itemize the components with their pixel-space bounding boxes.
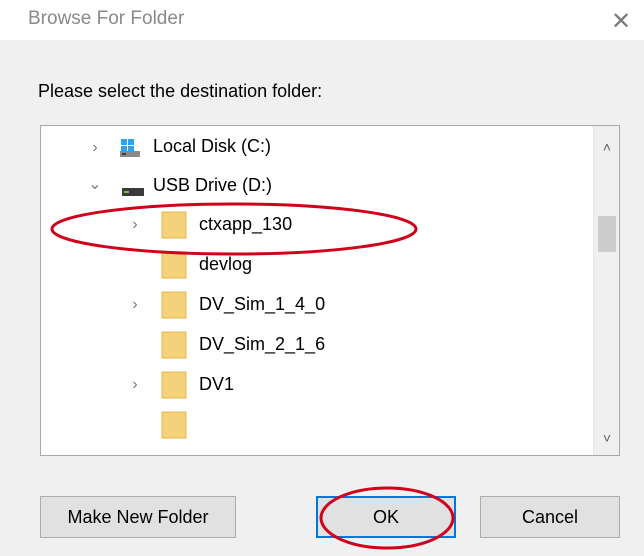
folder-tree[interactable]: › Local Disk (C:) ⌄ USB Drive (D:) › ctx… <box>40 125 620 456</box>
tree-item-label: USB Drive (D:) <box>153 175 273 195</box>
scroll-down-icon[interactable]: ˅ <box>594 425 619 451</box>
tree-item-dv-sim-1-4-0[interactable]: › DV_Sim_1_4_0 <box>41 286 591 324</box>
tree-item-partial <box>41 406 591 444</box>
tree-item-label: DV_Sim_2_1_6 <box>199 334 326 354</box>
make-new-folder-button[interactable]: Make New Folder <box>40 496 236 538</box>
scrollbar-thumb[interactable] <box>598 216 616 252</box>
tree-item-ctxapp-130[interactable]: › ctxapp_130 <box>41 206 591 244</box>
drive-icon <box>121 176 145 200</box>
scroll-up-icon[interactable]: ˄ <box>594 134 619 160</box>
tree-item-label: Local Disk (C:) <box>153 136 272 156</box>
chevron-right-icon[interactable]: › <box>127 376 143 393</box>
tree-item-label: DV1 <box>199 374 235 394</box>
tree-item-devlog[interactable]: devlog <box>41 246 591 284</box>
tree-item-local-disk[interactable]: › Local Disk (C:) <box>41 128 591 166</box>
folder-icon <box>161 250 187 280</box>
chevron-right-icon[interactable]: › <box>127 296 143 313</box>
folder-icon <box>161 370 187 400</box>
vertical-scrollbar[interactable]: ˄ ˅ <box>593 126 619 455</box>
close-icon[interactable]: ✕ <box>606 6 636 36</box>
cancel-button[interactable]: Cancel <box>480 496 620 538</box>
tree-item-label: devlog <box>199 254 253 274</box>
drive-icon <box>119 135 143 159</box>
folder-icon <box>161 410 187 440</box>
instruction-text: Please select the destination folder: <box>38 81 323 101</box>
folder-icon <box>161 290 187 320</box>
folder-icon <box>161 210 187 240</box>
title-bar: Browse For Folder ✕ <box>0 0 644 40</box>
ok-button[interactable]: OK <box>316 496 456 538</box>
folder-icon <box>161 330 187 360</box>
tree-item-dv-sim-2-1-6[interactable]: DV_Sim_2_1_6 <box>41 326 591 364</box>
dialog-title: Browse For Folder <box>28 8 185 29</box>
chevron-right-icon[interactable]: › <box>127 216 143 233</box>
chevron-down-icon[interactable]: ⌄ <box>87 176 103 193</box>
tree-item-label: ctxapp_130 <box>199 214 293 234</box>
chevron-right-icon[interactable]: › <box>87 139 103 156</box>
tree-item-label: DV_Sim_1_4_0 <box>199 294 326 314</box>
tree-item-dv1[interactable]: › DV1 <box>41 366 591 404</box>
tree-item-usb-drive[interactable]: ⌄ USB Drive (D:) <box>41 166 591 204</box>
